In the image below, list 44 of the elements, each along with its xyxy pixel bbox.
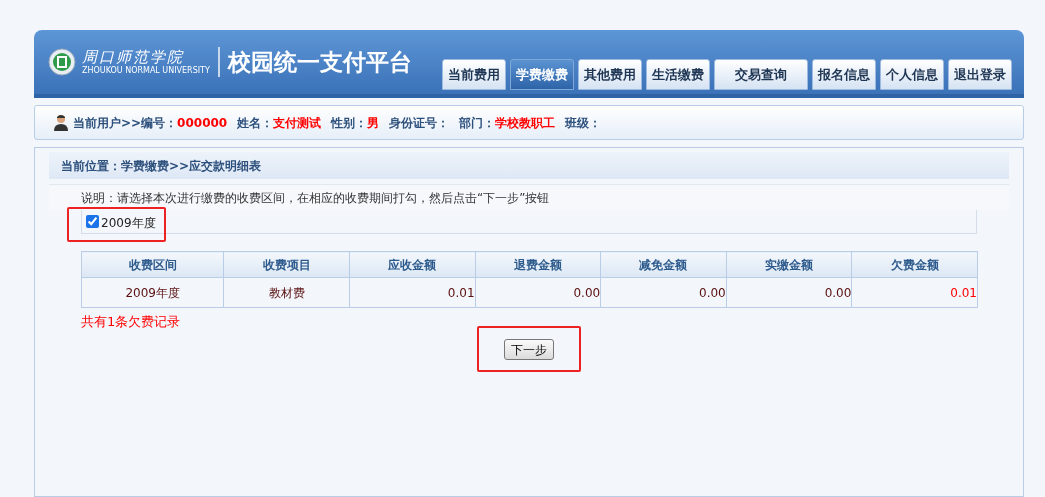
- column-header: 减免金额: [600, 251, 727, 278]
- nav-tab[interactable]: 生活缴费: [646, 59, 710, 90]
- field-value: 男: [367, 114, 380, 132]
- field-label: 部门：: [459, 114, 496, 132]
- field-value: 学校教职工: [495, 114, 556, 132]
- column-header: 收费区间: [81, 251, 224, 278]
- next-button[interactable]: 下一步: [504, 339, 554, 360]
- table-cell: 2009年度: [81, 277, 224, 308]
- column-header: 实缴金额: [726, 251, 852, 278]
- table-cell: 0.00: [475, 277, 601, 308]
- summary-text: 共有1条欠费记录: [81, 313, 181, 331]
- field-label: 编号：: [141, 114, 178, 132]
- column-header: 收费项目: [223, 251, 350, 278]
- nav-tab[interactable]: 其他费用: [578, 59, 642, 90]
- table-cell: 教材费: [223, 277, 350, 308]
- field-label: 性别：: [331, 114, 368, 132]
- logo-subtitle: ZHOUKOU NORMAL UNIVERSITY: [82, 66, 210, 75]
- nav-tab[interactable]: 当前费用: [442, 59, 506, 90]
- nav-tab[interactable]: 报名信息: [812, 59, 876, 90]
- nav-tab[interactable]: 学费缴费: [510, 59, 574, 90]
- nav-tab[interactable]: 退出登录: [948, 59, 1012, 90]
- table-cell: 0.00: [726, 277, 852, 308]
- period-label: 2009年度: [101, 215, 156, 232]
- table-cell: 0.01: [851, 277, 978, 308]
- table-cell: 0.00: [600, 277, 727, 308]
- field-label: 姓名：: [237, 114, 274, 132]
- column-header: 退费金额: [475, 251, 601, 278]
- platform-title: 校园统一支付平台: [227, 47, 412, 77]
- current-user-label: 当前用户>>: [73, 114, 142, 132]
- logo-name: 周口师范学院: [82, 49, 185, 65]
- period-checkbox[interactable]: [86, 215, 99, 228]
- user-icon: [53, 114, 69, 131]
- field-value: 支付测试: [273, 114, 322, 132]
- logo-icon: [48, 48, 76, 76]
- nav-tab[interactable]: 个人信息: [880, 59, 944, 90]
- column-header: 应收金额: [349, 251, 476, 278]
- field-value: 000000: [177, 114, 228, 132]
- table-cell: 0.01: [349, 277, 476, 308]
- nav-tab[interactable]: 交易查询: [714, 59, 808, 90]
- field-label: 班级：: [565, 114, 602, 132]
- instruction-text: 说明：请选择本次进行缴费的收费区间，在相应的收费期间打勾，然后点击“下一步”按钮: [81, 189, 550, 207]
- breadcrumb: 当前位置：学费缴费>>应交款明细表: [61, 157, 262, 175]
- column-header: 欠费金额: [851, 251, 978, 278]
- field-label: 身份证号：: [389, 114, 450, 132]
